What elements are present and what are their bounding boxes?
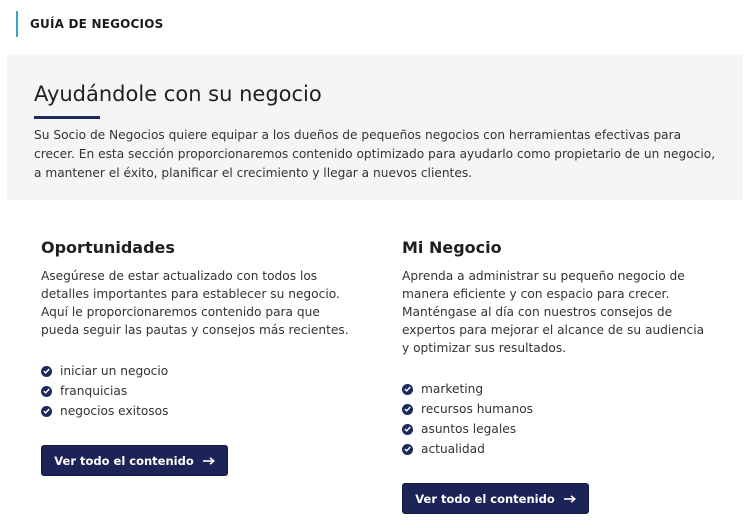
topic-label: negocios exitosos: [60, 404, 169, 418]
column-mi-negocio: Mi Negocio Aprenda a administrar su pequ…: [402, 238, 732, 459]
topic-label: recursos humanos: [421, 402, 534, 416]
topic-label: iniciar un negocio: [60, 364, 169, 378]
column-description: Aprenda a administrar su pequeño negocio…: [402, 269, 705, 355]
hero-title-underline: [34, 116, 100, 119]
section-tag: GUÍA DE NEGOCIOS: [16, 11, 163, 37]
topic-label: asuntos legales: [421, 422, 517, 436]
view-all-button-mi-negocio[interactable]: Ver todo el contenido: [402, 483, 589, 514]
check-circle-icon: [41, 385, 52, 397]
column-oportunidades: Oportunidades Asegúrese de estar actuali…: [41, 238, 371, 421]
check-circle-icon: [402, 423, 413, 435]
button-label: Ver todo el contenido: [54, 453, 194, 468]
view-all-button-oportunidades[interactable]: Ver todo el contenido: [41, 445, 228, 476]
check-circle-icon: [41, 405, 52, 417]
topic-item[interactable]: negocios exitosos: [41, 401, 371, 421]
button-label: Ver todo el contenido: [415, 491, 555, 506]
topic-label: marketing: [421, 382, 484, 396]
check-circle-icon: [402, 443, 413, 455]
topic-item[interactable]: asuntos legales: [402, 419, 732, 439]
hero-description: Su Socio de Negocios quiere equipar a lo…: [34, 128, 716, 180]
topic-item[interactable]: actualidad: [402, 439, 732, 459]
topic-label: franquicias: [60, 384, 128, 398]
topic-label: actualidad: [421, 442, 485, 456]
business-guide-page: GUÍA DE NEGOCIOS Ayudándole con su negoc…: [0, 0, 750, 528]
check-circle-icon: [402, 403, 413, 415]
column-title: Oportunidades: [41, 238, 175, 257]
arrow-right-icon: [202, 456, 215, 465]
column-title: Mi Negocio: [402, 238, 502, 257]
topic-item[interactable]: recursos humanos: [402, 399, 732, 419]
topic-item[interactable]: franquicias: [41, 381, 371, 401]
hero-title: Ayudándole con su negocio: [34, 82, 322, 106]
topic-list: iniciar un negocio franquicias negocios …: [41, 361, 371, 421]
topic-item[interactable]: marketing: [402, 379, 732, 399]
arrow-right-icon: [563, 494, 576, 503]
hero-banner: Ayudándole con su negocio Su Socio de Ne…: [7, 55, 743, 200]
topic-item[interactable]: iniciar un negocio: [41, 361, 371, 381]
column-description: Asegúrese de estar actualizado con todos…: [41, 269, 349, 337]
check-circle-icon: [402, 383, 413, 395]
check-circle-icon: [41, 365, 52, 377]
topic-list: marketing recursos humanos asuntos legal…: [402, 379, 732, 459]
